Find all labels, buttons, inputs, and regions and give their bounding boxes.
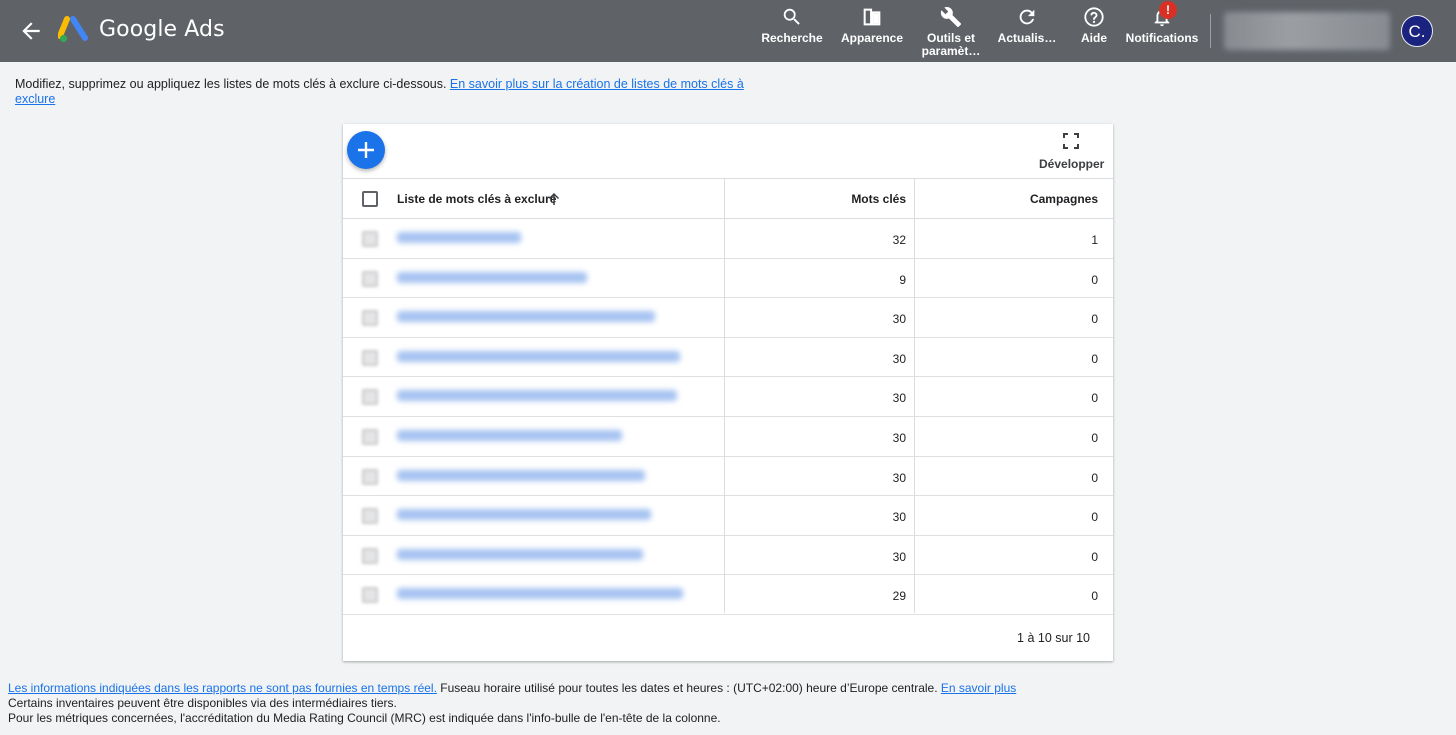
column-header-list-name[interactable]: Liste de mots clés à exclure	[397, 192, 556, 206]
intro-text: Modifiez, supprimez ou appliquez les lis…	[15, 77, 775, 107]
row-checkbox[interactable]	[362, 547, 378, 564]
toolbar-divider	[1210, 14, 1211, 48]
toolbar-tools-label: Outils et paramèt…	[921, 31, 981, 58]
keyword-list-name-link[interactable]	[397, 588, 683, 600]
campaigns-count: 0	[1091, 391, 1098, 406]
toolbar-appearance-button[interactable]: Apparence	[838, 6, 906, 60]
table-row[interactable]: 30 0	[343, 338, 1113, 378]
expand-button[interactable]: Développer	[1039, 133, 1105, 173]
campaigns-count: 0	[1091, 470, 1098, 485]
row-checkbox[interactable]	[362, 429, 378, 445]
keywords-count: 9	[899, 272, 906, 287]
appearance-icon	[863, 8, 881, 26]
toolbar-help-label: Aide	[1080, 31, 1107, 45]
top-bar: Google Ads Recherche Apparence Outils et…	[0, 0, 1456, 62]
back-arrow-icon[interactable]	[18, 18, 44, 44]
row-checkbox[interactable]	[362, 468, 378, 485]
keywords-count: 30	[892, 510, 906, 525]
footer: Les informations indiquées dans les rapp…	[8, 681, 1448, 726]
table-row[interactable]: 30 0	[343, 536, 1113, 576]
footer-learn-more-link[interactable]: En savoir plus	[941, 681, 1016, 695]
campaigns-count: 0	[1091, 510, 1098, 525]
campaigns-count: 0	[1091, 549, 1098, 564]
keywords-count: 32	[892, 233, 906, 247]
search-icon	[783, 8, 800, 25]
notification-badge: !	[1159, 1, 1177, 19]
table-row[interactable]: 90	[343, 259, 1113, 299]
row-checkbox[interactable]	[362, 587, 378, 604]
keyword-list-name-link[interactable]	[397, 390, 677, 402]
keyword-list-name-link[interactable]	[397, 469, 645, 481]
keywords-count: 29	[892, 589, 906, 604]
footer-line-2: Certains inventaires peuvent être dispon…	[8, 696, 397, 710]
campaigns-count: 0	[1091, 589, 1098, 604]
keyword-list-name-link[interactable]	[397, 509, 651, 521]
realtime-info-link[interactable]: Les informations indiquées dans les rapp…	[8, 681, 437, 695]
intro-description: Modifiez, supprimez ou appliquez les lis…	[15, 77, 450, 91]
sort-ascending-icon[interactable]	[547, 192, 561, 206]
account-info-blurred[interactable]	[1224, 12, 1390, 50]
plus-icon	[358, 142, 374, 158]
keyword-list-name-link[interactable]	[397, 548, 643, 560]
keywords-count: 30	[892, 549, 906, 564]
keywords-count: 30	[892, 351, 906, 366]
fullscreen-icon	[1063, 133, 1079, 149]
campaigns-count: 0	[1091, 272, 1098, 287]
add-list-button[interactable]	[347, 131, 385, 169]
keyword-list-name-link[interactable]	[397, 350, 680, 362]
help-icon	[1084, 7, 1104, 27]
campaigns-count: 0	[1091, 351, 1098, 366]
footer-line-3: Pour les métriques concernées, l'accrédi…	[8, 711, 721, 725]
toolbar-notifications-label: Notifications	[1125, 31, 1199, 45]
keyword-list-name-link[interactable]	[397, 311, 655, 323]
keywords-count: 30	[892, 391, 906, 406]
row-checkbox[interactable]	[362, 231, 378, 247]
table-row[interactable]: 30 0	[343, 417, 1113, 457]
table-row[interactable]: 32 1	[343, 219, 1113, 259]
column-divider	[724, 178, 725, 613]
table-header: Liste de mots clés à exclure Mots clés C…	[343, 178, 1113, 219]
keywords-count: 30	[892, 470, 906, 485]
campaigns-count: 0	[1091, 312, 1098, 327]
toolbar-refresh-label: Actualis…	[997, 31, 1057, 45]
keywords-count: 30	[892, 312, 906, 327]
campaigns-count: 1	[1091, 233, 1098, 247]
negative-keyword-lists-card: Développer Liste de mots clés à exclure …	[343, 124, 1113, 661]
table-row[interactable]: 30 0	[343, 496, 1113, 536]
toolbar-notifications-button[interactable]: ! Notifications	[1124, 1, 1200, 60]
campaigns-count: 0	[1091, 431, 1098, 445]
app-brand: Google Ads	[99, 17, 225, 42]
keywords-count: 30	[892, 431, 906, 445]
toolbar-search-label: Recherche	[761, 31, 823, 45]
row-checkbox[interactable]	[362, 349, 378, 366]
table-row[interactable]: 30 0	[343, 377, 1113, 417]
select-all-checkbox[interactable]	[362, 191, 378, 207]
wrench-icon	[940, 7, 962, 28]
table-row[interactable]: 29 0	[343, 575, 1113, 615]
keyword-list-name-link[interactable]	[397, 232, 521, 243]
footer-line-1: Les informations indiquées dans les rapp…	[8, 681, 1448, 696]
toolbar-appearance-label: Apparence	[840, 31, 904, 45]
column-header-campaigns[interactable]: Campagnes	[1030, 192, 1098, 206]
pagination-info: 1 à 10 sur 10	[1017, 631, 1090, 645]
toolbar-search-button[interactable]: Recherche	[758, 6, 826, 60]
column-header-keywords[interactable]: Mots clés	[851, 192, 906, 206]
row-checkbox[interactable]	[362, 310, 378, 327]
toolbar-help-button[interactable]: Aide	[1074, 6, 1114, 60]
row-checkbox[interactable]	[362, 270, 378, 287]
table-row[interactable]: 30 0	[343, 457, 1113, 497]
keyword-list-name-link[interactable]	[397, 271, 587, 283]
google-ads-logo-icon	[58, 16, 88, 43]
keyword-list-name-link[interactable]	[397, 430, 622, 441]
expand-label: Développer	[1039, 157, 1105, 171]
row-checkbox[interactable]	[362, 389, 378, 406]
avatar[interactable]: C.	[1401, 15, 1433, 47]
row-checkbox[interactable]	[362, 508, 378, 525]
toolbar-tools-button[interactable]: Outils et paramèt…	[918, 6, 984, 60]
timezone-text: Fuseau horaire utilisé pour toutes les d…	[436, 681, 941, 695]
column-divider	[914, 178, 915, 613]
refresh-icon	[1019, 9, 1035, 25]
table-row[interactable]: 30 0	[343, 298, 1113, 338]
toolbar-refresh-button[interactable]: Actualis…	[996, 6, 1058, 60]
